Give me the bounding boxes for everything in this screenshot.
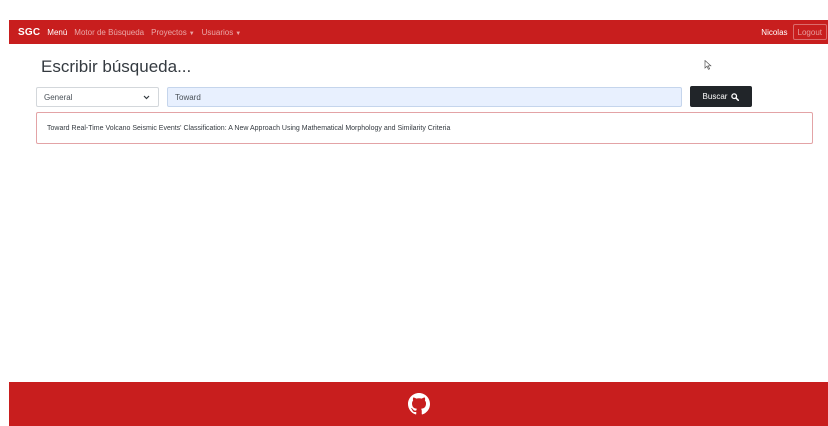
search-icon bbox=[731, 92, 740, 101]
nav-right: Nicolas Logout bbox=[761, 20, 828, 44]
search-input[interactable]: Toward bbox=[167, 87, 682, 107]
app-window: SGC Menú Motor de Búsqueda Proyectos ▼ Us… bbox=[9, 20, 828, 426]
caret-down-icon: ▼ bbox=[188, 30, 195, 37]
mouse-cursor-icon bbox=[704, 60, 712, 70]
brand-logo[interactable]: SGC bbox=[18, 27, 40, 38]
caret-down-icon: ▼ bbox=[235, 30, 242, 37]
logout-button[interactable]: Logout bbox=[792, 24, 827, 40]
footer bbox=[9, 382, 828, 426]
github-icon[interactable] bbox=[407, 393, 430, 415]
user-name[interactable]: Nicolas bbox=[761, 28, 787, 37]
filter-select-value: General bbox=[44, 92, 73, 102]
search-result-title: Toward Real-Time Volcano Seismic Events'… bbox=[47, 124, 451, 132]
page-title: Escribir búsqueda... bbox=[41, 57, 192, 76]
chevron-down-icon bbox=[143, 95, 150, 100]
search-input-value: Toward bbox=[175, 92, 201, 102]
nav-item-projects-label: Proyectos bbox=[151, 27, 187, 37]
nav-item-users[interactable]: Usuarios ▼ bbox=[202, 28, 242, 37]
nav-item-projects[interactable]: Proyectos ▼ bbox=[151, 28, 195, 37]
nav-item-search-engine[interactable]: Motor de Búsqueda bbox=[74, 28, 144, 37]
filter-select[interactable]: General bbox=[36, 87, 159, 107]
search-button[interactable]: Buscar bbox=[690, 86, 752, 107]
search-result-item[interactable]: Toward Real-Time Volcano Seismic Events'… bbox=[36, 112, 813, 144]
nav-item-users-label: Usuarios bbox=[201, 27, 234, 37]
nav-item-menu[interactable]: Menú bbox=[47, 28, 67, 37]
navbar: SGC Menú Motor de Búsqueda Proyectos ▼ Us… bbox=[9, 20, 828, 44]
search-button-label: Buscar bbox=[702, 92, 728, 101]
